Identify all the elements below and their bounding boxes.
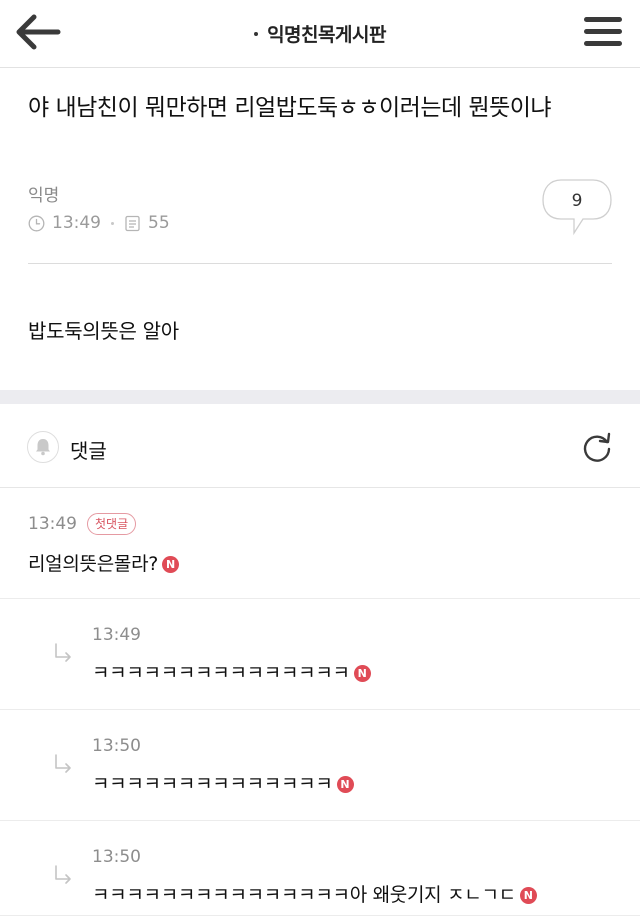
first-comment-badge: 첫댓글 [87, 513, 137, 535]
new-badge: N [336, 776, 354, 793]
post-author: 익명 [28, 186, 60, 206]
post-meta: 13:49 55 [28, 213, 170, 233]
post-divider [28, 263, 612, 264]
comment-count[interactable]: 9 [541, 191, 613, 211]
reply-arrow-icon [55, 643, 71, 662]
title-dot [254, 31, 259, 36]
reply-time: 13:50 [92, 736, 141, 756]
new-badge: N [162, 556, 180, 573]
reply-time: 13:49 [92, 625, 141, 645]
board-title-text: 익명친목게시판 [267, 24, 386, 46]
post: 야 내남친이 뭐만하면 리얼밥도둑ㅎㅎ이러는데 뭔뜻이냐 익명 13:49 55… [0, 69, 640, 390]
post-body: 밥도둑의뜻은 알아 [28, 319, 179, 343]
reply-text-row: ㅋㅋㅋㅋㅋㅋㅋㅋㅋㅋㅋㅋㅋㅋ N [92, 769, 354, 796]
reply-arrow-icon [55, 754, 71, 773]
reply-time: 13:50 [92, 847, 141, 867]
comments-label: 댓글 [70, 439, 107, 463]
reply-item: 13:50 ㅋㅋㅋㅋㅋㅋㅋㅋㅋㅋㅋㅋㅋㅋ N [0, 711, 640, 821]
post-views: 55 [148, 213, 170, 233]
views-icon [125, 215, 140, 231]
board-title: 익명친목게시판 [0, 20, 640, 47]
comment-time: 13:49 [28, 514, 77, 534]
reply-text-row: ㅋㅋㅋㅋㅋㅋㅋㅋㅋㅋㅋㅋㅋㅋㅋ아 왜웃기지 ㅈㄴㄱㄷ N [92, 880, 537, 907]
comment-text-row: 리얼의뜻은몰라? N [28, 549, 180, 576]
comment-text: 리얼의뜻은몰라? [28, 553, 159, 575]
reply-text: ㅋㅋㅋㅋㅋㅋㅋㅋㅋㅋㅋㅋㅋㅋ [92, 773, 333, 795]
reply-text: ㅋㅋㅋㅋㅋㅋㅋㅋㅋㅋㅋㅋㅋㅋㅋ아 왜웃기지 ㅈㄴㄱㄷ [92, 884, 516, 906]
clock-icon [28, 215, 45, 231]
reply-text: ㅋㅋㅋㅋㅋㅋㅋㅋㅋㅋㅋㅋㅋㅋㅋ [92, 662, 350, 684]
reply-arrow-icon [55, 865, 71, 884]
bell-icon [36, 439, 50, 456]
reply-item: 13:50 ㅋㅋㅋㅋㅋㅋㅋㅋㅋㅋㅋㅋㅋㅋㅋ아 왜웃기지 ㅈㄴㄱㄷ N [0, 822, 640, 916]
reply-text-row: ㅋㅋㅋㅋㅋㅋㅋㅋㅋㅋㅋㅋㅋㅋㅋ N [92, 658, 371, 685]
hamburger-menu-icon [584, 17, 622, 46]
menu-button[interactable] [582, 12, 626, 52]
reply-item: 13:49 ㅋㅋㅋㅋㅋㅋㅋㅋㅋㅋㅋㅋㅋㅋㅋ N [0, 600, 640, 710]
new-badge: N [353, 665, 371, 682]
refresh-icon[interactable] [580, 430, 614, 464]
post-title: 야 내남친이 뭐만하면 리얼밥도둑ㅎㅎ이러는데 뭔뜻이냐 [28, 95, 552, 121]
new-badge: N [519, 887, 537, 904]
post-time: 13:49 [52, 213, 101, 233]
meta-separator [111, 221, 114, 225]
comment-item: 13:49 첫댓글 리얼의뜻은몰라? N [0, 489, 640, 599]
bell-button[interactable] [27, 431, 59, 463]
comments-header: 댓글 [0, 404, 640, 488]
top-bar: 익명친목게시판 [0, 0, 640, 68]
section-gap [0, 390, 640, 404]
